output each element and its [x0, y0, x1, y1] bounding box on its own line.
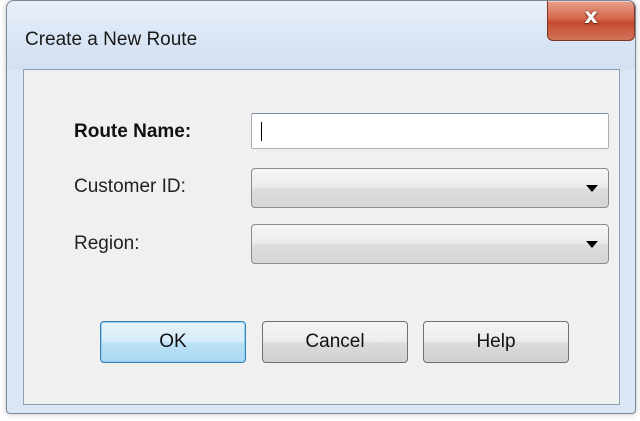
chevron-down-icon — [586, 185, 598, 192]
customer-id-dropdown[interactable] — [251, 168, 609, 208]
close-button[interactable]: x — [547, 1, 635, 41]
help-button[interactable]: Help — [423, 321, 569, 363]
customer-id-label: Customer ID: — [74, 176, 186, 197]
dialog-title: Create a New Route — [25, 29, 198, 50]
region-dropdown[interactable] — [251, 224, 609, 264]
close-icon: x — [584, 4, 598, 28]
text-caret — [261, 122, 262, 141]
cancel-button[interactable]: Cancel — [262, 321, 408, 363]
ok-button[interactable]: OK — [100, 321, 246, 363]
region-label: Region: — [74, 233, 140, 254]
route-name-label: Route Name: — [74, 121, 192, 142]
create-route-dialog: Create a New Route x Route Name: Custome… — [6, 0, 636, 414]
title-bar[interactable]: Create a New Route x — [7, 1, 635, 69]
dialog-body: Route Name: Customer ID: Region: OK Canc… — [23, 69, 620, 405]
chevron-down-icon — [586, 241, 598, 248]
route-name-input[interactable] — [251, 113, 609, 149]
